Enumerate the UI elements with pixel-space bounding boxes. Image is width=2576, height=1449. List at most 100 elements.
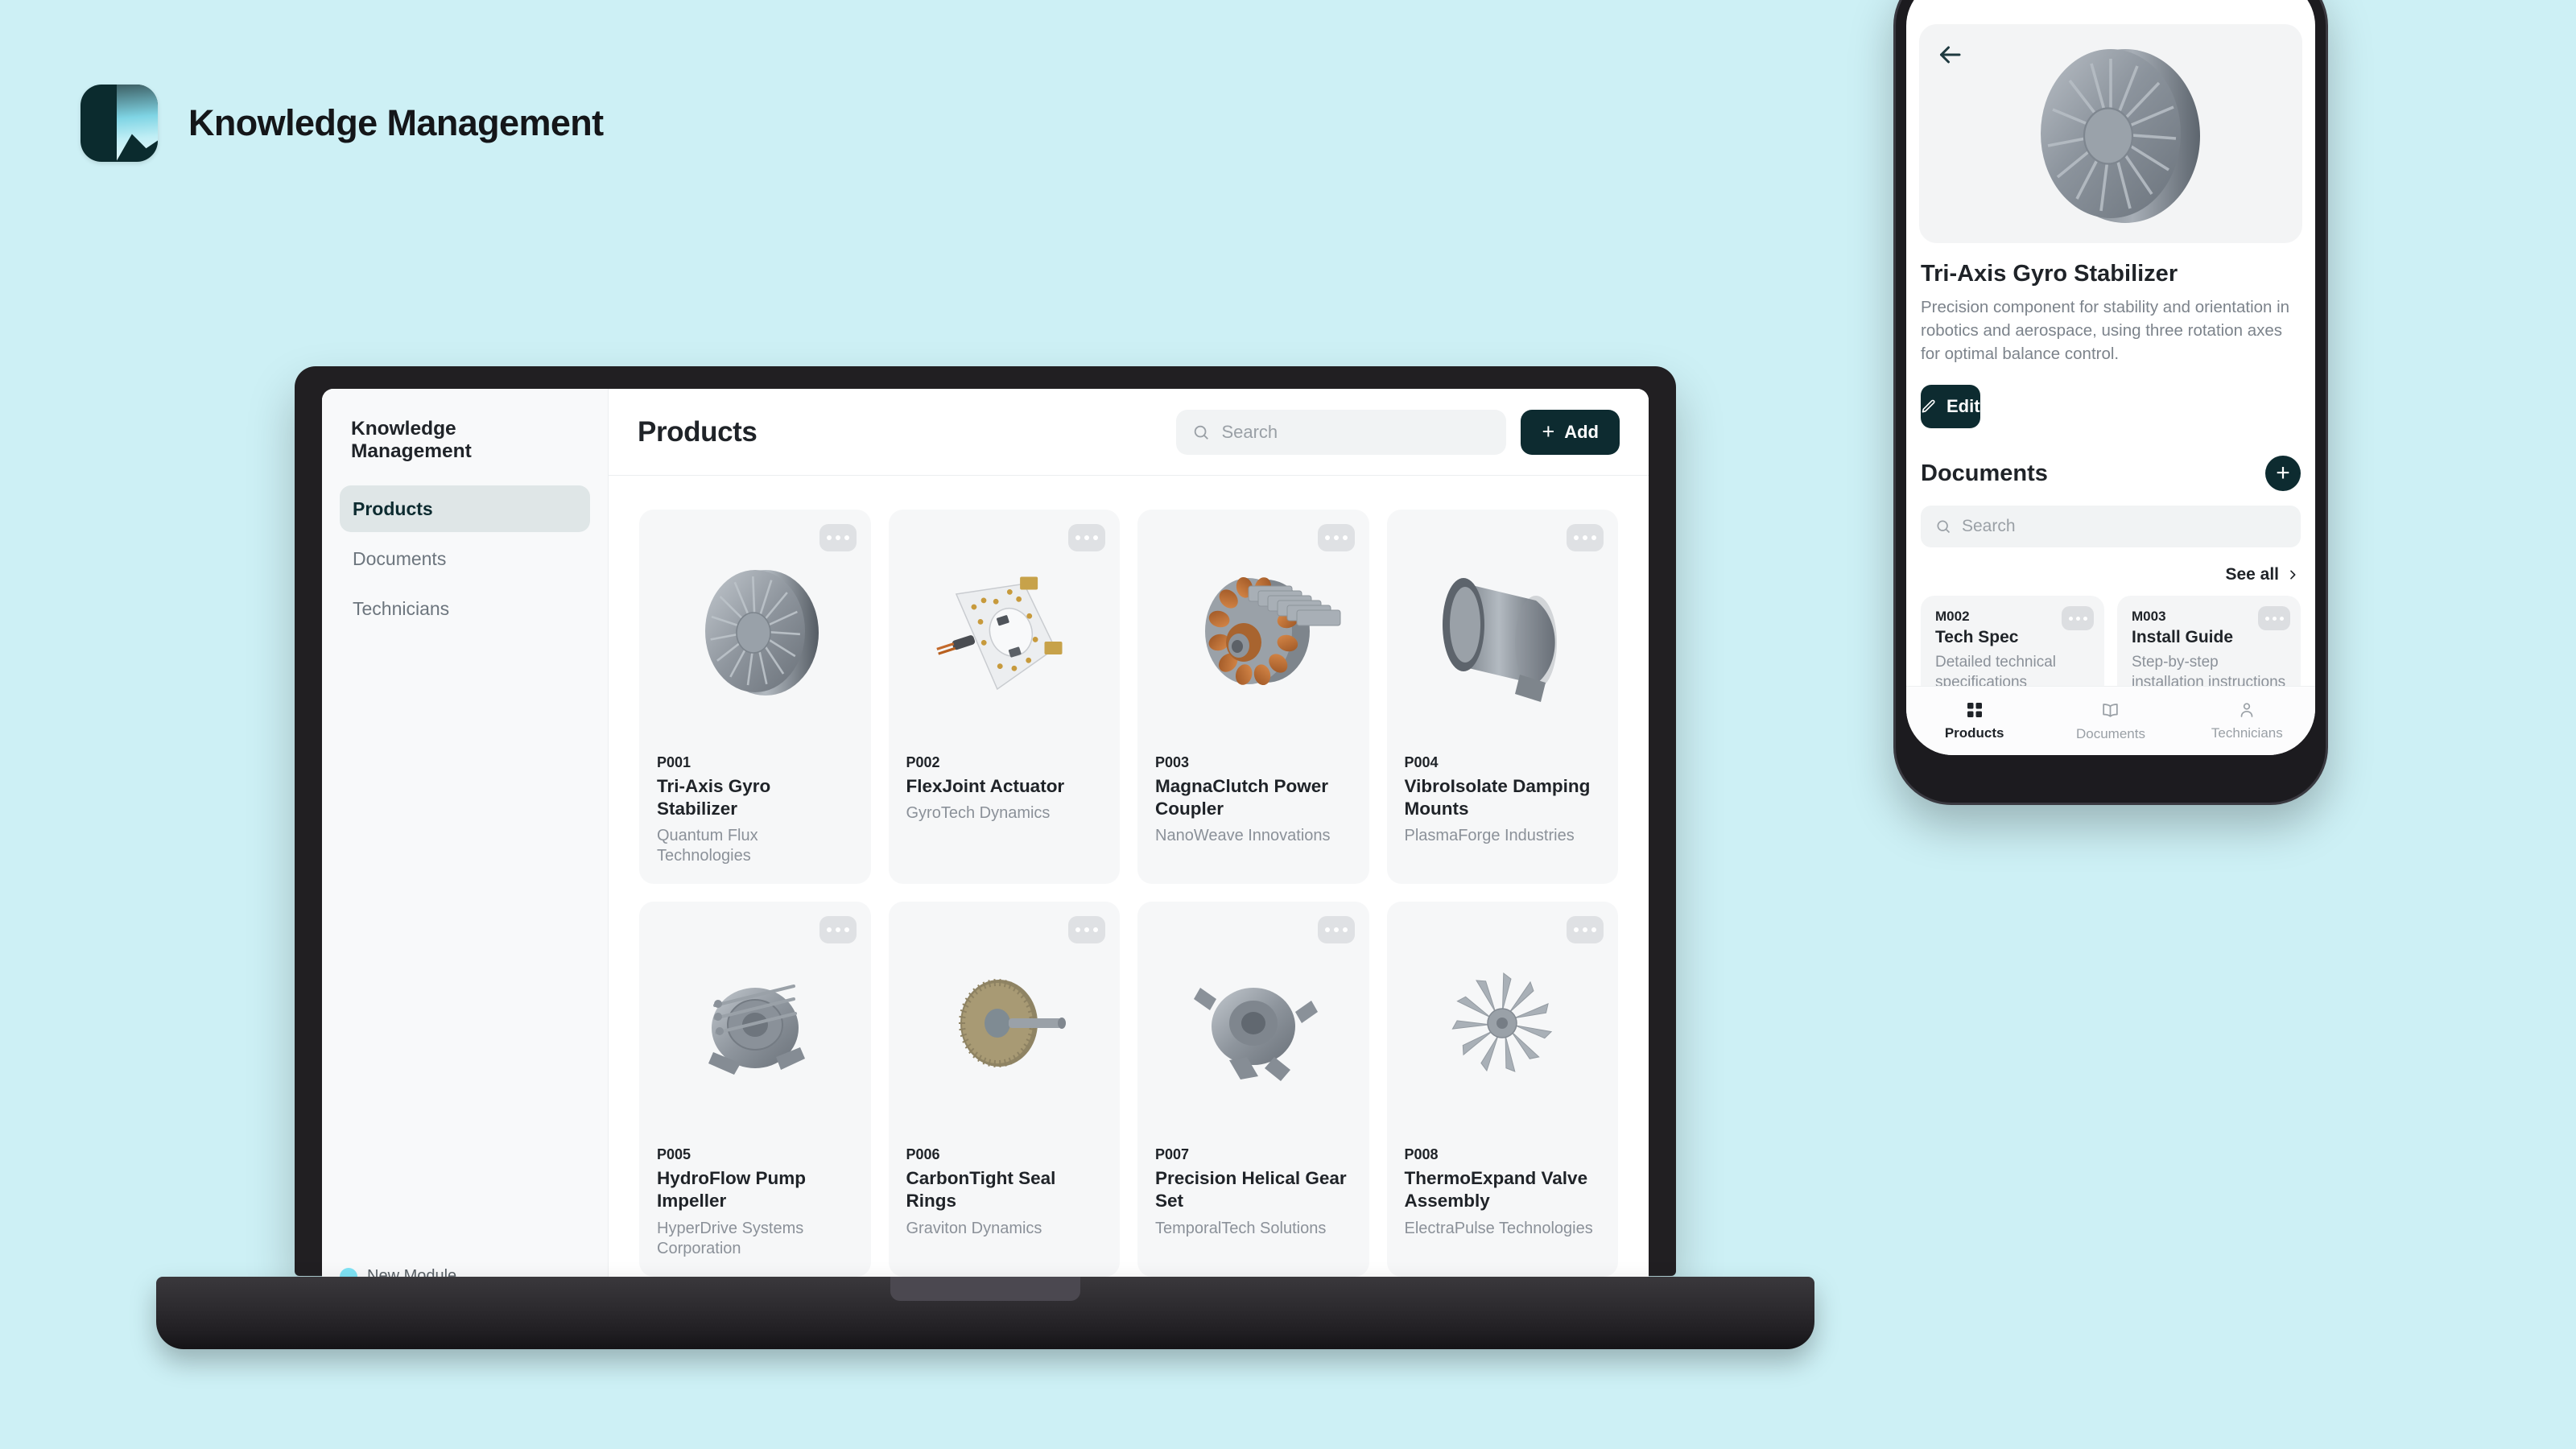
product-card-body: P003 MagnaClutch Power Coupler NanoWeave I… (1137, 751, 1369, 864)
product-vendor: Graviton Dynamics (906, 1219, 1042, 1237)
products-grid-wrap: P001 Tri-Axis Gyro Stabilizer Quantum Flux… (609, 476, 1649, 1278)
add-button-label: Add (1564, 421, 1599, 442)
phone-product-title: Tri-Axis Gyro Stabilizer (1921, 261, 2178, 287)
product-card-body: P004 VibroIsolate Damping Mounts PlasmaFor… (1387, 751, 1619, 864)
sidebar-item-label: Documents (353, 547, 447, 569)
sidebar-item-label: Technicians (353, 597, 450, 619)
search-placeholder: Search (1221, 421, 1278, 442)
product-card[interactable]: P005 HydroFlow Pump Impeller HyperDrive Sy… (639, 902, 871, 1277)
turbine-disc-image (2041, 49, 2200, 223)
product-card[interactable]: P007 Precision Helical Gear Set TemporalTe… (1137, 902, 1369, 1277)
product-image (639, 510, 871, 751)
more-options-icon[interactable] (2062, 606, 2094, 631)
sidebar-item-documents[interactable]: Documents (340, 535, 590, 582)
more-options-icon[interactable] (1567, 524, 1604, 551)
product-hero-image (1919, 24, 2302, 243)
product-card-body: P007 Precision Helical Gear Set TemporalTe… (1137, 1143, 1369, 1256)
more-options-icon[interactable] (1567, 916, 1604, 944)
add-document-button[interactable]: + (2265, 456, 2301, 492)
product-sku: P005 (657, 1146, 691, 1163)
app-sidebar: Knowledge Management Products Documents … (322, 389, 609, 1278)
product-image (1137, 510, 1369, 751)
add-button[interactable]: + Add (1521, 409, 1620, 455)
more-options-icon[interactable] (819, 524, 857, 551)
more-options-icon[interactable] (1068, 916, 1105, 944)
product-card-body: P001 Tri-Axis Gyro Stabilizer Quantum Flux… (639, 751, 871, 884)
tab-technicians[interactable]: Technicians (2179, 700, 2315, 741)
sidebar-item-label: Products (353, 497, 433, 519)
documents-list: M002 Tech Spec Detailed technical specific… (1921, 596, 2301, 686)
app-logo-icon (80, 85, 158, 162)
product-image (889, 902, 1121, 1143)
product-card-body: P002 FlexJoint Actuator GyroTech Dynamics (889, 751, 1121, 841)
book-icon (2103, 703, 2119, 717)
product-name: VibroIsolate Damping Mounts (1404, 776, 1591, 819)
product-card[interactable]: P004 VibroIsolate Damping Mounts PlasmaFor… (1386, 510, 1619, 885)
phone-scroll-area[interactable]: Tri-Axis Gyro Stabilizer Precision compo… (1906, 0, 2315, 686)
search-icon (1195, 425, 1209, 440)
edit-button-label: Edit (1946, 396, 1980, 417)
more-options-icon[interactable] (2258, 606, 2290, 631)
document-description: Step-by-step installation instructions f… (2132, 654, 2286, 686)
product-sku: P001 (657, 754, 691, 770)
product-vendor: Quantum Flux Technologies (657, 827, 758, 865)
product-card[interactable]: P003 MagnaClutch Power Coupler NanoWeave I… (1137, 510, 1369, 885)
edit-button[interactable]: Edit (1921, 385, 1980, 429)
product-sku: P002 (906, 754, 940, 770)
documents-heading: Documents (1921, 460, 2048, 486)
section-title: Products (638, 415, 758, 448)
header-actions: Search + Add (1176, 409, 1620, 455)
product-sku: P004 (1404, 754, 1439, 770)
product-sku: P007 (1155, 1146, 1190, 1163)
document-card[interactable]: M002 Tech Spec Detailed technical specific… (1921, 596, 2104, 686)
sidebar-item-technicians[interactable]: Technicians (340, 585, 590, 632)
tab-products[interactable]: Products (1906, 700, 2042, 741)
search-placeholder: Search (1962, 517, 2016, 536)
document-name: Install Guide (2132, 628, 2234, 647)
product-name: ThermoExpand Valve Assembly (1404, 1168, 1588, 1212)
tab-label: Products (1944, 725, 2004, 741)
page-title: Knowledge Management (188, 102, 604, 143)
product-card[interactable]: P002 FlexJoint Actuator GyroTech Dynamics (888, 510, 1121, 885)
more-options-icon[interactable] (1317, 916, 1355, 944)
product-image (1137, 902, 1369, 1143)
tab-label: Documents (2076, 725, 2145, 741)
search-input[interactable]: Search (1176, 409, 1507, 455)
document-name: Tech Spec (1935, 628, 2019, 647)
product-vendor: TemporalTech Solutions (1155, 1219, 1327, 1237)
more-options-icon[interactable] (1068, 524, 1105, 551)
tab-documents[interactable]: Documents (2042, 700, 2178, 742)
product-vendor: HyperDrive Systems Corporation (657, 1219, 804, 1257)
tab-label: Technicians (2211, 725, 2283, 741)
product-image (1387, 902, 1619, 1143)
product-vendor: NanoWeave Innovations (1155, 827, 1331, 845)
person-icon (2240, 703, 2253, 717)
documents-search-input[interactable]: Search (1921, 506, 2301, 548)
sidebar-item-products[interactable]: Products (340, 485, 590, 532)
product-card[interactable]: P008 ThermoExpand Valve Assembly ElectraPu… (1386, 902, 1619, 1277)
plus-circle-icon: + (2276, 460, 2290, 487)
grid-icon (1967, 703, 1982, 717)
product-card[interactable]: P001 Tri-Axis Gyro Stabilizer Quantum Flux… (639, 510, 871, 885)
products-grid: P001 Tri-Axis Gyro Stabilizer Quantum Flux… (639, 510, 1618, 1277)
more-options-icon[interactable] (819, 916, 857, 944)
product-card[interactable]: P006 CarbonTight Seal Rings Graviton Dynam… (888, 902, 1121, 1277)
document-description: Detailed technical specifications includ… (1935, 654, 2056, 686)
phone-tab-bar: Products Documents Technicians (1906, 686, 2315, 755)
back-arrow-icon[interactable] (1935, 40, 1964, 69)
product-sku: P006 (906, 1146, 940, 1163)
phone-product-description: Precision component for stability and or… (1921, 298, 2290, 364)
see-all-label: See all (2225, 565, 2279, 584)
product-image (639, 902, 871, 1143)
product-name: FlexJoint Actuator (906, 776, 1065, 796)
product-image (889, 510, 1121, 751)
sidebar-title: Knowledge Management (351, 418, 472, 462)
app-main: Products Search + Add P001 Tri-Axis Gyro… (609, 389, 1649, 1278)
more-options-icon[interactable] (1317, 524, 1355, 551)
phone-screen: Tri-Axis Gyro Stabilizer Precision compo… (1906, 0, 2315, 755)
document-card[interactable]: M003 Install Guide Step-by-step installati… (2117, 596, 2301, 686)
product-sku: P003 (1155, 754, 1190, 770)
product-image (1387, 510, 1619, 751)
main-header: Products Search + Add (609, 389, 1649, 476)
see-all-link[interactable]: See all (1919, 565, 2299, 584)
